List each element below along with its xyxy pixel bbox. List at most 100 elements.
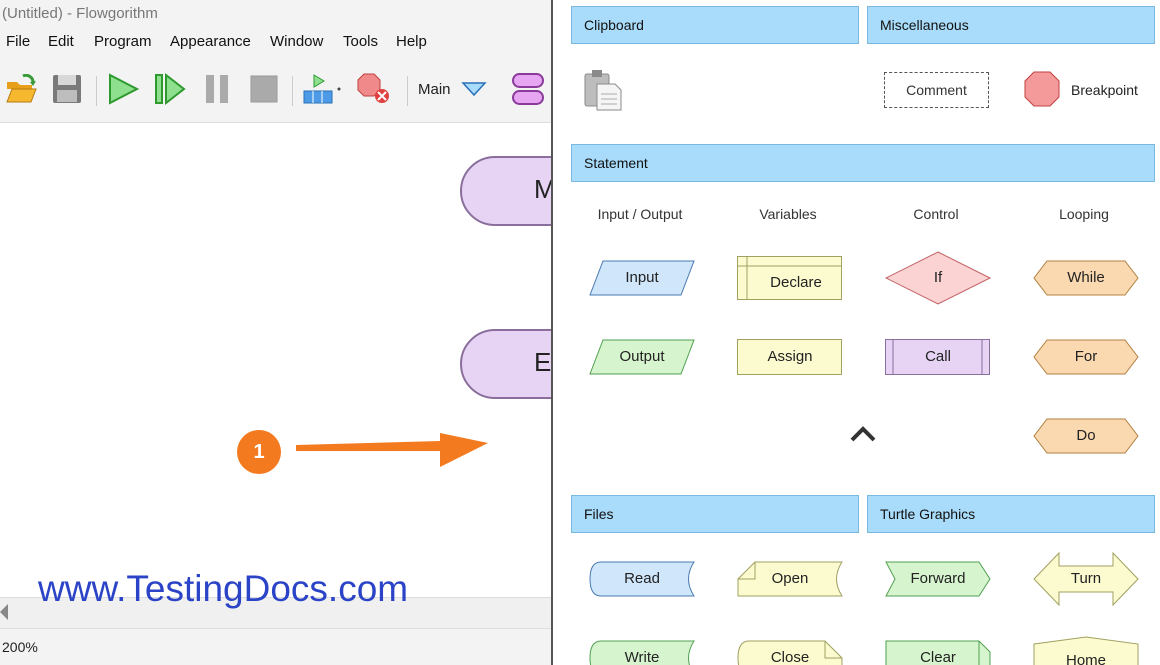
turn-shape[interactable]: Turn bbox=[1033, 551, 1139, 607]
clear-label: Clear bbox=[920, 649, 956, 665]
column-control: Control bbox=[913, 206, 959, 222]
clear-shape[interactable]: Clear bbox=[885, 640, 991, 665]
section-label: Clipboard bbox=[584, 17, 644, 33]
open-icon bbox=[6, 74, 37, 103]
for-shape[interactable]: For bbox=[1033, 339, 1139, 375]
scroll-left-icon[interactable] bbox=[0, 604, 10, 620]
clear-breakpoints-icon bbox=[357, 73, 389, 103]
function-select[interactable]: Main bbox=[418, 56, 498, 122]
node-label: M bbox=[534, 174, 551, 204]
home-label: Home bbox=[1065, 652, 1106, 665]
main-start-node[interactable]: M bbox=[460, 156, 551, 226]
chevron-up-icon bbox=[850, 426, 876, 442]
forward-label: Forward bbox=[910, 570, 966, 587]
watermark: www.TestingDocs.com bbox=[38, 568, 409, 609]
if-label: If bbox=[933, 269, 943, 286]
title-bar: (Untitled) - Flowgorithm bbox=[0, 0, 551, 28]
section-label: Files bbox=[584, 506, 614, 522]
end-node[interactable]: E bbox=[460, 329, 551, 399]
write-label: Write bbox=[624, 649, 660, 665]
collapse-button[interactable] bbox=[849, 424, 877, 448]
forward-shape[interactable]: Forward bbox=[885, 561, 991, 597]
flowchart-canvas[interactable]: M E bbox=[0, 123, 551, 597]
pause-button[interactable] bbox=[200, 56, 234, 122]
comment-shape[interactable]: Comment bbox=[884, 72, 989, 108]
flowgorithm-window: (Untitled) - Flowgorithm File Edit Progr… bbox=[0, 0, 551, 665]
section-miscellaneous: Miscellaneous bbox=[867, 6, 1155, 44]
home-shape[interactable]: Home bbox=[1033, 636, 1139, 665]
clear-breakpoints-button[interactable] bbox=[354, 56, 394, 122]
section-label: Statement bbox=[584, 155, 648, 171]
column-variables: Variables bbox=[759, 206, 817, 222]
function-select-value: Main bbox=[418, 80, 451, 98]
breakpoint-shape[interactable] bbox=[1023, 70, 1063, 110]
add-function-button[interactable] bbox=[508, 56, 548, 122]
section-statement: Statement bbox=[571, 144, 1155, 182]
if-shape[interactable]: If bbox=[884, 251, 992, 305]
run-button[interactable] bbox=[104, 56, 142, 122]
section-label: Miscellaneous bbox=[880, 17, 969, 33]
stop-icon bbox=[250, 75, 278, 103]
call-label: Call bbox=[925, 348, 951, 365]
variable-watch-icon bbox=[303, 74, 341, 104]
input-shape[interactable]: Input bbox=[589, 260, 695, 296]
section-files: Files bbox=[571, 495, 859, 533]
add-function-icon bbox=[512, 73, 544, 105]
shape-palette: Clipboard Miscellaneous Comment Breakpoi… bbox=[551, 0, 1160, 665]
save-icon bbox=[53, 75, 81, 103]
menu-edit[interactable]: Edit bbox=[48, 33, 74, 50]
status-bar: 200% bbox=[0, 628, 551, 665]
annotation-badge: 1 bbox=[237, 430, 281, 474]
dropdown-triangle-icon bbox=[460, 82, 487, 97]
menu-program[interactable]: Program bbox=[94, 33, 152, 50]
output-label: Output bbox=[619, 348, 665, 365]
open-button[interactable] bbox=[4, 56, 38, 122]
annotation-arrow-icon bbox=[296, 433, 488, 467]
zoom-level: 200% bbox=[2, 639, 38, 655]
close-shape[interactable]: Close bbox=[737, 640, 843, 665]
window-title: (Untitled) - Flowgorithm bbox=[2, 5, 158, 22]
save-button[interactable] bbox=[50, 56, 84, 122]
clipboard-icon bbox=[584, 70, 622, 111]
read-label: Read bbox=[624, 570, 660, 587]
menu-appearance[interactable]: Appearance bbox=[170, 33, 251, 50]
declare-label: Declare bbox=[770, 274, 822, 291]
clipboard-paste-button[interactable] bbox=[581, 68, 625, 112]
turn-label: Turn bbox=[1070, 570, 1102, 587]
pause-icon bbox=[206, 75, 228, 103]
while-shape[interactable]: While bbox=[1033, 260, 1139, 296]
step-button[interactable] bbox=[152, 56, 188, 122]
variable-watch-button[interactable] bbox=[300, 56, 344, 122]
step-icon bbox=[155, 73, 186, 105]
open-label: Open bbox=[771, 570, 809, 587]
node-label: E bbox=[534, 347, 551, 377]
for-label: For bbox=[1074, 348, 1098, 365]
column-input-output: Input / Output bbox=[597, 206, 683, 222]
toolbar-separator bbox=[96, 76, 97, 106]
run-icon bbox=[109, 73, 139, 105]
output-shape[interactable]: Output bbox=[589, 339, 695, 375]
read-shape[interactable]: Read bbox=[589, 561, 695, 597]
do-label: Do bbox=[1076, 427, 1096, 444]
menu-file[interactable]: File bbox=[6, 33, 30, 50]
section-label: Turtle Graphics bbox=[880, 506, 976, 522]
do-shape[interactable]: Do bbox=[1033, 418, 1139, 454]
breakpoint-icon bbox=[1024, 71, 1060, 107]
menu-tools[interactable]: Tools bbox=[343, 33, 378, 50]
while-label: While bbox=[1067, 269, 1105, 286]
open-shape[interactable]: Open bbox=[737, 561, 843, 597]
toolbar-separator bbox=[292, 76, 293, 106]
menu-help[interactable]: Help bbox=[396, 33, 427, 50]
assign-shape[interactable]: Assign bbox=[737, 339, 843, 375]
input-label: Input bbox=[625, 269, 659, 286]
toolbar: Main bbox=[0, 56, 551, 123]
assign-label: Assign bbox=[767, 348, 813, 365]
stop-button[interactable] bbox=[246, 56, 282, 122]
close-label: Close bbox=[770, 649, 810, 665]
breakpoint-label: Breakpoint bbox=[1071, 82, 1138, 98]
write-shape[interactable]: Write bbox=[589, 640, 695, 665]
toolbar-separator bbox=[407, 76, 408, 106]
declare-shape[interactable]: Declare bbox=[737, 256, 843, 300]
menu-window[interactable]: Window bbox=[270, 33, 323, 50]
call-shape[interactable]: Call bbox=[885, 339, 991, 375]
